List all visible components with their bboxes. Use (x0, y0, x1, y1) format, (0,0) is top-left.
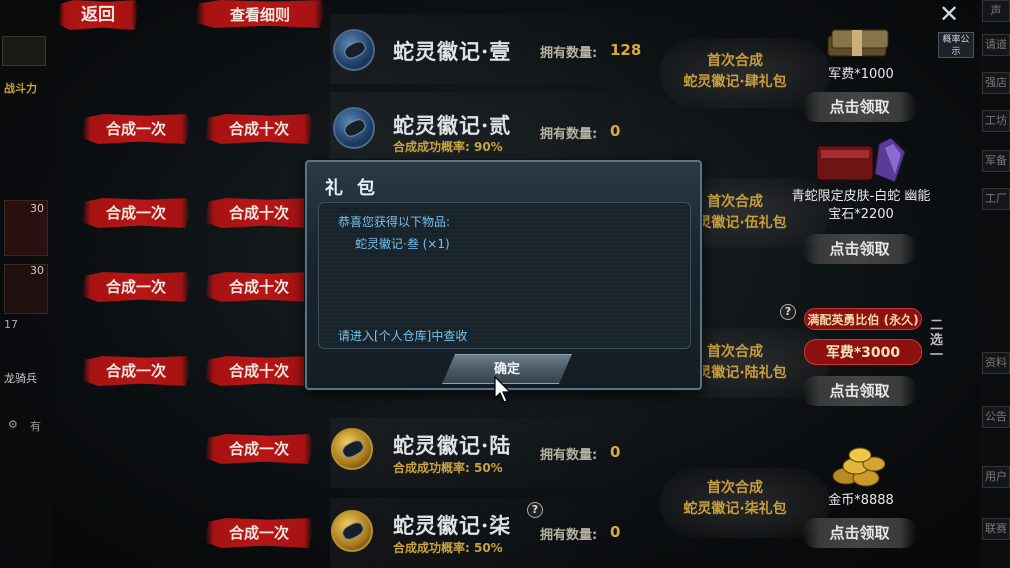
dialog-line-item: 蛇灵徽记·叁 (×1) (355, 237, 450, 251)
game-scene: 战斗力 30 30 17 龙骑兵 ⚙ 有 声 请道 强店 工坊 军备 工厂 资料… (0, 0, 1010, 568)
success-rate-2: 合成成功概率: 90% (393, 140, 503, 154)
unit-name: 龙骑兵 (4, 372, 37, 385)
close-icon[interactable]: ✕ (935, 0, 963, 28)
gift-dialog: 礼包 恭喜您获得以下物品: 蛇灵徽记·叁 (×1) 请进入[个人仓库]中查收 确… (305, 160, 702, 390)
right-tab-4[interactable]: 工坊 (982, 110, 1010, 132)
probability-tab[interactable]: 概率公示 (938, 32, 974, 58)
owned-label-2: 拥有数量: (540, 127, 598, 142)
right-tab-1[interactable]: 声 (982, 0, 1010, 22)
dialog-line-check-warehouse: 请进入[个人仓库]中查收 (338, 329, 468, 343)
reward-option-2[interactable]: 军费*3000 (804, 339, 922, 365)
mouse-cursor-icon (494, 376, 512, 403)
synth-once-button-row4[interactable]: 合成一次 (82, 272, 190, 302)
reward-option-1[interactable]: 满配英勇比伯 (永久) (804, 308, 922, 330)
owned-label-6: 拥有数量: (540, 448, 598, 463)
success-rate-7: 合成成功概率: 50% (393, 541, 503, 555)
synth-ten-button-row5[interactable]: 合成十次 (205, 356, 313, 386)
owned-value-2: 0 (610, 122, 621, 140)
owned-label-1: 拥有数量: (540, 46, 598, 61)
claim-button-2[interactable]: 点击领取 (802, 234, 917, 264)
unit-card-1-number: 30 (30, 202, 44, 215)
reward-4-title-line2: 蛇灵徽记·柒礼包 (683, 501, 787, 517)
owned-label-7: 拥有数量: (540, 528, 598, 543)
back-button[interactable]: 返回 (58, 0, 138, 30)
player-rank-icon[interactable] (2, 36, 46, 66)
synth-once-button-row3[interactable]: 合成一次 (82, 198, 190, 228)
owned-value-7: 0 (610, 523, 621, 541)
skin-gem-icon (816, 138, 906, 183)
settings-gear-icon[interactable]: ⚙ (8, 418, 18, 431)
synth-once-button-row5[interactable]: 合成一次 (82, 356, 190, 386)
synth-ten-button-row3[interactable]: 合成十次 (205, 198, 313, 228)
right-tab-3[interactable]: 强店 (982, 72, 1010, 94)
item-name-1: 蛇灵徽记·壹 (393, 39, 512, 64)
power-label: 战斗力 (4, 82, 37, 95)
item-name-7: 蛇灵徽记·柒 (393, 513, 512, 538)
dialog-title: 礼包 (325, 178, 389, 199)
snake-badge-7-icon (331, 510, 373, 552)
reward-4-prize: 金币*8888 (828, 493, 894, 508)
success-rate-6: 合成成功概率: 50% (393, 461, 503, 475)
reward-1-title: 首次合成 蛇灵徽记·肆礼包 (660, 51, 810, 93)
right-tab-7[interactable]: 资料 (982, 352, 1010, 374)
owned-value-6: 0 (610, 443, 621, 461)
reward-2-prize: 青蛇限定皮肤-白蛇 幽能宝石*2200 (791, 189, 931, 222)
claim-button-3[interactable]: 点击领取 (802, 376, 917, 406)
help-icon-row7[interactable]: ? (527, 502, 543, 518)
item-name-6: 蛇灵徽记·陆 (393, 433, 512, 458)
right-tab-9[interactable]: 用户 (982, 466, 1010, 488)
unit-count: 17 (4, 318, 18, 331)
claim-button-1[interactable]: 点击领取 (802, 92, 917, 122)
gold-coins-icon (832, 447, 886, 487)
synth-ten-button-row4[interactable]: 合成十次 (205, 272, 313, 302)
snake-badge-2-icon (333, 107, 375, 149)
synth-once-button-row6[interactable]: 合成一次 (205, 434, 313, 464)
reward-4-title: 首次合成 蛇灵徽记·柒礼包 (660, 478, 810, 520)
synth-ten-button-row2[interactable]: 合成十次 (205, 114, 313, 144)
dialog-line-congrats: 恭喜您获得以下物品: (338, 215, 451, 229)
right-tab-8[interactable]: 公告 (982, 406, 1010, 428)
owned-value-1: 128 (610, 41, 642, 59)
cash-bundle-icon (827, 29, 889, 57)
help-icon-reward3[interactable]: ? (780, 304, 796, 320)
right-tab-10[interactable]: 联赛 (982, 518, 1010, 540)
left-side-label: 有 (30, 420, 41, 433)
synth-once-button-row7[interactable]: 合成一次 (205, 518, 313, 548)
reward-1-prize: 军费*1000 (828, 67, 894, 82)
claim-button-4[interactable]: 点击领取 (802, 518, 917, 548)
item-name-2: 蛇灵徽记·贰 (393, 113, 512, 138)
unit-card-2-number: 30 (30, 264, 44, 277)
choose-one-label: 二选一 (930, 318, 944, 363)
right-tab-5[interactable]: 军备 (982, 150, 1010, 172)
right-tab-2[interactable]: 请道 (982, 34, 1010, 56)
snake-badge-1-icon (333, 29, 375, 71)
synth-once-button-row2[interactable]: 合成一次 (82, 114, 190, 144)
reward-4-title-line1: 首次合成 (707, 480, 763, 496)
reward-1-title-line1: 首次合成 (707, 53, 763, 69)
right-tab-6[interactable]: 工厂 (982, 188, 1010, 210)
view-rules-button[interactable]: 查看细则 (195, 0, 325, 28)
reward-1-title-line2: 蛇灵徽记·肆礼包 (683, 74, 787, 90)
snake-badge-6-icon (331, 428, 373, 470)
